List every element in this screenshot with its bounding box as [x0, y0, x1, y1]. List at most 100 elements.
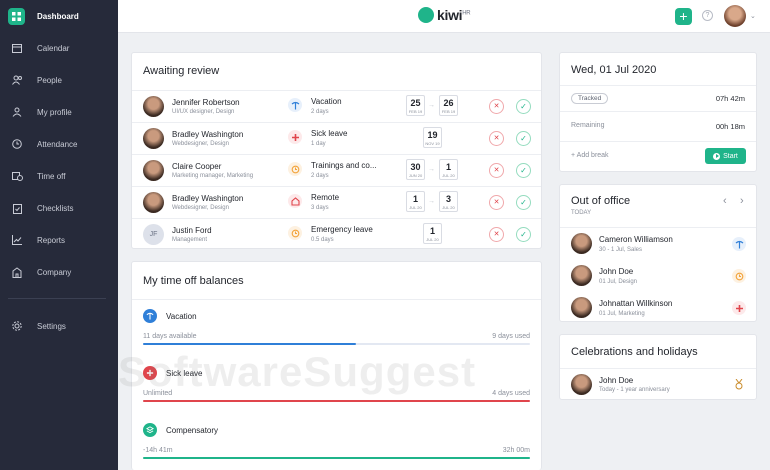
- clock-icon: [288, 226, 302, 240]
- help-icon[interactable]: ?: [702, 10, 713, 21]
- clipboard-icon: [11, 202, 23, 214]
- sidebar-item-label: Dashboard: [37, 11, 79, 21]
- sidebar-item-label: Company: [37, 267, 72, 277]
- date-month: FEB 19: [408, 109, 423, 114]
- approve-button[interactable]: ✓: [516, 195, 531, 210]
- balance-used: 9 days used: [492, 333, 530, 340]
- sidebar-item-calendar[interactable]: Calendar: [0, 36, 118, 60]
- sidebar-item-company[interactable]: Company: [0, 260, 118, 284]
- arrow-right-icon: →: [428, 198, 435, 205]
- clock-icon: [11, 138, 23, 150]
- chevron-down-icon[interactable]: ⌄: [750, 12, 756, 20]
- sidebar-item-label: My profile: [37, 107, 72, 117]
- awaiting-review-title: Awaiting review: [143, 65, 220, 77]
- balance-name: Compensatory: [166, 426, 219, 435]
- reject-button[interactable]: ✕: [489, 131, 504, 146]
- sidebar-divider: [8, 298, 106, 299]
- sidebar-item-my-profile[interactable]: My profile: [0, 100, 118, 124]
- chevron-right-icon[interactable]: ›: [740, 195, 744, 207]
- date-day: 30: [410, 162, 421, 172]
- date-day: 25: [410, 98, 421, 108]
- approve-button[interactable]: ✓: [516, 99, 531, 114]
- person-detail: 30 - 1 Jul, Sales: [599, 247, 643, 253]
- reject-button[interactable]: ✕: [489, 227, 504, 242]
- leave-type: Emergency leave: [311, 225, 373, 234]
- top-header: kiwiHR + ? ⌄: [118, 0, 770, 33]
- approve-button[interactable]: ✓: [516, 227, 531, 242]
- approve-button[interactable]: ✓: [516, 131, 531, 146]
- balance-used: 32h 00m: [502, 447, 530, 454]
- date-day: 26: [443, 98, 454, 108]
- sidebar-item-people[interactable]: People: [0, 68, 118, 92]
- sidebar-item-checklists[interactable]: Checklists: [0, 196, 118, 220]
- employee-name: Bradley Washington: [172, 194, 244, 203]
- watermark: SoftwareSuggest: [118, 348, 477, 395]
- sidebar-item-label: People: [37, 75, 62, 85]
- arrow-right-icon: →: [428, 102, 435, 109]
- avatar: [571, 233, 592, 254]
- date-month: JUN 20: [408, 173, 423, 178]
- start-button[interactable]: Start: [705, 148, 746, 164]
- divider: [560, 111, 756, 112]
- layers-icon: [143, 423, 157, 437]
- add-button[interactable]: +: [675, 8, 692, 25]
- person-detail: 01 Jul, Marketing: [599, 311, 645, 317]
- out-of-office-card: Out of office TODAY ‹ › Cameron Williams…: [559, 184, 757, 322]
- employee-name: Justin Ford: [172, 226, 212, 235]
- person-name: John Doe: [599, 376, 634, 385]
- celebrations-title: Celebrations and holidays: [571, 346, 698, 358]
- sidebar-item-time-off[interactable]: Time off: [0, 164, 118, 188]
- leave-type: Vacation: [311, 97, 342, 106]
- approve-button[interactable]: ✓: [516, 163, 531, 178]
- table-row: Claire Cooper Marketing manager, Marketin…: [132, 154, 541, 186]
- balance-name: Vacation: [166, 312, 197, 321]
- medical-cross-icon: [732, 301, 746, 315]
- building-icon: [11, 266, 23, 278]
- employee-name: Bradley Washington: [172, 130, 244, 139]
- sidebar-item-label: Calendar: [37, 43, 70, 53]
- calendar-icon: [11, 42, 23, 54]
- date-box: 26 FEB 19: [439, 95, 458, 116]
- chevron-left-icon[interactable]: ‹: [723, 195, 727, 207]
- avatar: JF: [143, 224, 164, 245]
- sidebar-item-reports[interactable]: Reports: [0, 228, 118, 252]
- leave-type: Remote: [311, 193, 340, 202]
- date-day: 1: [445, 162, 451, 172]
- balance-bar-fill: [143, 343, 356, 345]
- play-icon: [713, 152, 721, 160]
- balances-title: My time off balances: [143, 275, 244, 287]
- reject-button[interactable]: ✕: [489, 163, 504, 178]
- sidebar-item-label: Checklists: [37, 203, 74, 213]
- reject-button[interactable]: ✕: [489, 195, 504, 210]
- brand-logo[interactable]: kiwiHR: [418, 7, 471, 23]
- awaiting-review-card: Awaiting review Jennifer Robertson UI/UX …: [131, 52, 542, 249]
- table-row: JF Justin Ford Management Emergency leave 0.…: [132, 218, 541, 250]
- table-row: Bradley Washington Webdesigner, Design Sic…: [132, 122, 541, 154]
- date-month: JUL 20: [409, 205, 422, 210]
- sidebar-item-settings[interactable]: Settings: [0, 314, 118, 338]
- sidebar-item-dashboard[interactable]: Dashboard: [0, 4, 118, 28]
- date-month: FEB 19: [441, 109, 456, 114]
- leave-duration: 2 days: [311, 173, 329, 179]
- divider: [560, 85, 756, 86]
- sidebar-item-attendance[interactable]: Attendance: [0, 132, 118, 156]
- user-avatar[interactable]: [724, 5, 746, 27]
- leave-type: Sick leave: [311, 129, 348, 138]
- date-month: JUL 20: [442, 173, 455, 178]
- avatar: [571, 374, 592, 395]
- gear-icon: [11, 320, 23, 332]
- date-box: 25 FEB 19: [406, 95, 425, 116]
- leave-duration: 3 days: [311, 205, 329, 211]
- date-box: 19 NOV 19: [423, 127, 442, 148]
- date-month: JUL 20: [426, 237, 439, 242]
- divider: [560, 141, 756, 142]
- date-box: 1 JUL 20: [439, 159, 458, 180]
- add-break-link[interactable]: + Add break: [571, 152, 609, 159]
- divider: [132, 299, 541, 300]
- palm-tree-icon: [143, 309, 157, 323]
- reject-button[interactable]: ✕: [489, 99, 504, 114]
- date-box: 1 JUL 20: [406, 191, 425, 212]
- date-month: JUL 20: [442, 205, 455, 210]
- tracked-value: 07h 42m: [715, 94, 745, 103]
- arrow-right-icon: →: [428, 166, 435, 173]
